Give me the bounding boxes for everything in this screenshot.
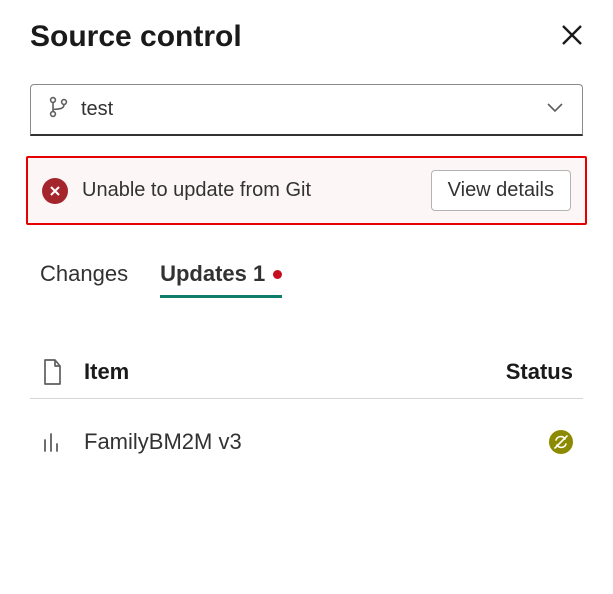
chevron-down-icon	[544, 96, 566, 123]
error-banner: Unable to update from Git View details	[26, 156, 587, 225]
table-header: Item Status	[30, 358, 583, 399]
panel-title: Source control	[30, 20, 242, 54]
error-icon	[42, 178, 68, 204]
updates-indicator-dot	[273, 270, 282, 279]
tab-bar: Changes Updates 1	[40, 255, 573, 298]
branch-selector[interactable]: test	[30, 84, 583, 136]
item-type-icon	[40, 430, 84, 454]
header-status-label: Status	[506, 359, 573, 385]
tab-changes[interactable]: Changes	[40, 255, 128, 298]
tab-changes-label: Changes	[40, 261, 128, 287]
panel-header: Source control	[30, 20, 583, 54]
item-name: FamilyBM2M v3	[84, 429, 549, 455]
close-button[interactable]	[561, 23, 583, 51]
bar-chart-icon	[40, 430, 64, 454]
view-details-button[interactable]: View details	[431, 170, 571, 211]
header-item-label: Item	[84, 359, 506, 385]
branch-icon	[47, 95, 71, 124]
table-row[interactable]: FamilyBM2M v3	[30, 423, 583, 461]
tab-updates-label: Updates 1	[160, 261, 265, 287]
sync-disabled-icon	[553, 434, 569, 450]
header-icon-col	[40, 358, 84, 386]
status-badge	[549, 430, 573, 454]
file-icon	[40, 358, 64, 386]
close-icon	[561, 24, 583, 46]
branch-name: test	[81, 98, 544, 121]
error-message: Unable to update from Git	[82, 179, 417, 202]
tab-updates[interactable]: Updates 1	[160, 255, 282, 298]
